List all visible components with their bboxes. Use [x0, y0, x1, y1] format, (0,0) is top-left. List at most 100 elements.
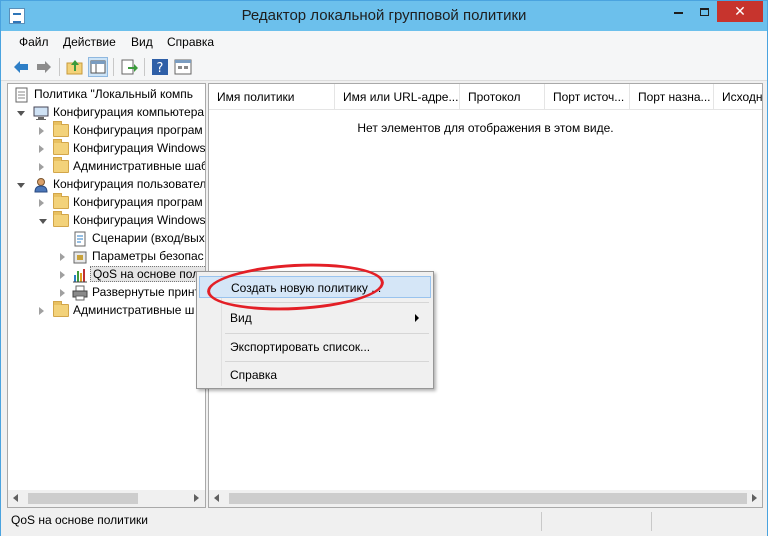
user-icon: [34, 178, 48, 193]
folder-icon: [53, 301, 69, 317]
tree-item-label: Административные ш: [73, 303, 195, 317]
menu-item-create-policy[interactable]: Создать новую политику ...: [199, 276, 431, 298]
close-button[interactable]: ✕: [717, 1, 763, 22]
tree-item-label: Конфигурация програм: [73, 195, 203, 209]
console-tree[interactable]: Политика "Локальный компь Конфигурация к…: [7, 83, 206, 508]
folder-icon: [53, 211, 69, 227]
menu-file[interactable]: Файл: [19, 35, 49, 49]
menu-item-export-list[interactable]: Экспортировать список...: [199, 336, 431, 358]
menu-bar: Файл Действие Вид Справка: [1, 31, 767, 53]
menu-separator: [225, 361, 429, 362]
tree-item-label: Сценарии (вход/вых: [92, 231, 205, 245]
help-button[interactable]: ?: [150, 57, 170, 77]
empty-list-message: Нет элементов для отображения в этом вид…: [357, 121, 614, 135]
properties-button[interactable]: [173, 57, 193, 77]
toolbar-separator: [144, 58, 145, 76]
expand-icon[interactable]: [60, 289, 65, 297]
collapse-icon[interactable]: [17, 111, 25, 116]
toolbar: ?: [1, 53, 767, 81]
submenu-arrow-icon: [415, 314, 419, 322]
expand-icon[interactable]: [60, 271, 65, 279]
menu-help[interactable]: Справка: [167, 35, 214, 49]
scroll-thumb[interactable]: [229, 493, 747, 504]
expand-icon[interactable]: [39, 127, 44, 135]
policy-icon: [15, 87, 28, 103]
folder-icon: [53, 139, 69, 155]
tree-item-label: Конфигурация Windows: [73, 213, 206, 227]
folder-icon: [53, 157, 69, 173]
scroll-thumb[interactable]: [28, 493, 138, 504]
status-bar: QoS на основе политики: [1, 509, 767, 536]
menu-item-label: Экспортировать список...: [230, 340, 371, 354]
list-header: Имя политики Имя или URL-адре... Протоко…: [209, 84, 762, 110]
status-text: QoS на основе политики: [11, 513, 148, 527]
expand-icon[interactable]: [39, 163, 44, 171]
window-title: Редактор локальной групповой политики: [241, 7, 527, 24]
menu-separator: [225, 302, 429, 303]
expand-icon[interactable]: [60, 253, 65, 261]
tree-item-label: Конфигурация Windows: [73, 141, 206, 155]
collapse-icon[interactable]: [39, 219, 47, 224]
expand-icon[interactable]: [39, 307, 44, 315]
export-list-button[interactable]: [119, 57, 139, 77]
expand-icon[interactable]: [39, 199, 44, 207]
tree-item-label: Развернутые принт: [92, 285, 200, 299]
up-folder-icon: [66, 60, 83, 75]
script-icon: [74, 231, 86, 247]
menu-action[interactable]: Действие: [63, 35, 116, 49]
tree-item-label: Параметры безопас: [92, 249, 204, 263]
qos-chart-icon: [73, 269, 87, 283]
tree-item-label: Конфигурация програм: [73, 123, 203, 137]
printer-icon: [72, 285, 88, 301]
status-divider: [651, 512, 652, 531]
title-bar[interactable]: Редактор локальной групповой политики ✕: [1, 1, 767, 31]
tree-horizontal-scrollbar[interactable]: [8, 490, 205, 507]
menu-view[interactable]: Вид: [131, 35, 153, 49]
maximize-button[interactable]: [691, 1, 717, 22]
back-button[interactable]: [11, 57, 31, 77]
show-hide-tree-button[interactable]: [88, 57, 108, 77]
tree-item-label: QoS на основе поли: [90, 266, 205, 282]
svg-text:?: ?: [157, 61, 164, 76]
list-horizontal-scrollbar[interactable]: [209, 490, 762, 507]
toolbar-separator: [59, 58, 60, 76]
menu-item-help[interactable]: Справка: [199, 364, 431, 386]
collapse-icon[interactable]: [17, 183, 25, 188]
scroll-left-icon[interactable]: [214, 494, 219, 502]
column-source[interactable]: Исходн: [714, 84, 762, 110]
menu-item-label: Создать новую политику ...: [231, 281, 382, 295]
column-dest-port[interactable]: Порт назна...: [630, 84, 714, 110]
forward-button[interactable]: [34, 57, 54, 77]
menu-item-label: Справка: [230, 368, 278, 382]
maximize-icon: [699, 7, 709, 16]
back-icon: [14, 61, 28, 73]
scroll-right-icon[interactable]: [194, 494, 199, 502]
up-one-level-button[interactable]: [65, 57, 85, 77]
column-protocol[interactable]: Протокол: [460, 84, 545, 110]
scroll-right-icon[interactable]: [752, 494, 757, 502]
column-policy-name[interactable]: Имя политики: [209, 84, 335, 110]
computer-icon: [33, 106, 49, 120]
tree-item-label: Конфигурация пользовател: [53, 177, 206, 191]
column-source-port[interactable]: Порт источ...: [545, 84, 630, 110]
scroll-left-icon[interactable]: [13, 494, 18, 502]
show-hide-tree-icon: [90, 60, 106, 74]
main-window: Редактор локальной групповой политики ✕ …: [0, 0, 768, 536]
expand-icon[interactable]: [39, 145, 44, 153]
help-icon: ?: [152, 59, 168, 76]
properties-icon: [174, 59, 192, 75]
menu-item-label: Вид: [230, 311, 252, 325]
tree-item-label: Конфигурация компьютера: [53, 105, 205, 119]
menu-separator: [225, 333, 429, 334]
minimize-icon: [673, 11, 683, 14]
column-url[interactable]: Имя или URL-адре...: [335, 84, 460, 110]
security-icon: [73, 251, 87, 264]
export-list-icon: [121, 59, 138, 75]
tree-item-label: Административные шаб: [73, 159, 206, 173]
minimize-button[interactable]: [665, 1, 691, 22]
menu-item-view[interactable]: Вид: [199, 307, 431, 329]
status-divider: [541, 512, 542, 531]
folder-icon: [53, 193, 69, 209]
forward-icon: [37, 61, 51, 73]
tree-item-label: Политика "Локальный компь: [34, 87, 194, 101]
